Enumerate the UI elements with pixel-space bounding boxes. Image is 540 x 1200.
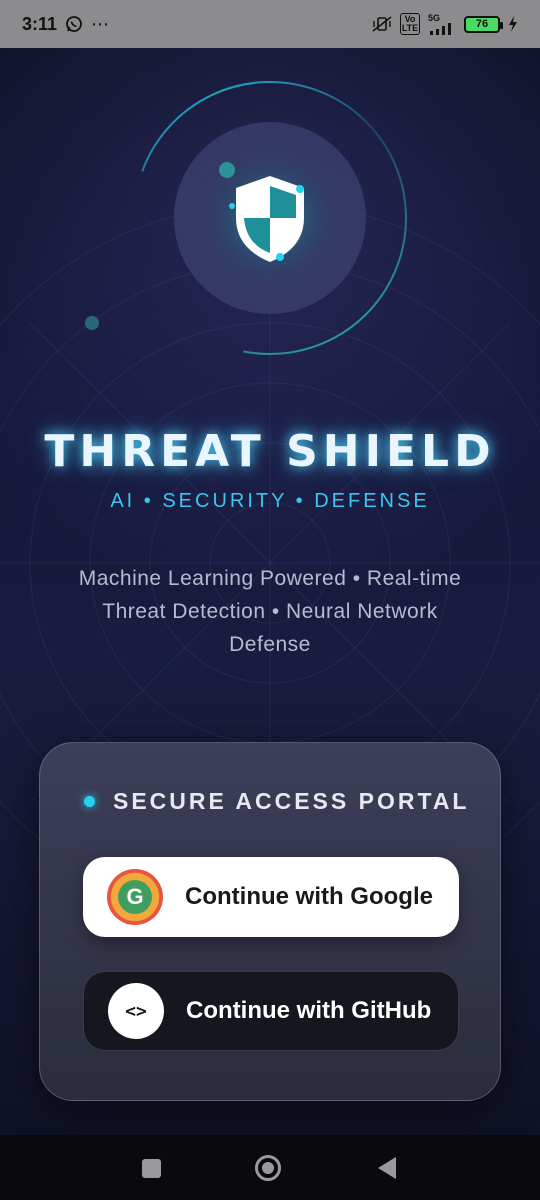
app-description: Machine Learning Powered • Real-time Thr… xyxy=(78,567,462,656)
back-icon xyxy=(378,1157,396,1179)
status-time: 3:11 xyxy=(22,13,58,34)
card-heading-text: SECURE ACCESS PORTAL xyxy=(113,788,470,814)
status-left: 3:11 ⋯ xyxy=(22,14,109,35)
secure-access-card: SECURE ACCESS PORTAL G Continue with Goo… xyxy=(39,742,501,1101)
github-button-label: Continue with GitHub xyxy=(186,997,432,1024)
home-icon xyxy=(255,1155,281,1181)
app-tagline: AI • SECURITY • DEFENSE xyxy=(110,490,430,512)
recents-button[interactable] xyxy=(136,1153,166,1183)
battery-indicator: 76 xyxy=(464,15,503,33)
system-nav-bar xyxy=(0,1135,540,1200)
whatsapp-icon xyxy=(65,15,83,33)
signal-icon: 5G xyxy=(428,12,456,35)
card-heading: SECURE ACCESS PORTAL xyxy=(84,788,469,815)
google-letter: G xyxy=(118,880,152,914)
home-button[interactable] xyxy=(253,1153,283,1183)
volte-indicator: Vo LTE xyxy=(400,13,420,35)
back-button[interactable] xyxy=(372,1153,402,1183)
main-screen: THREAT SHIELD AI • SECURITY • DEFENSE Ma… xyxy=(0,48,540,1135)
battery-level: 76 xyxy=(475,18,489,30)
app-title: THREAT SHIELD xyxy=(44,426,496,477)
shield-emblem xyxy=(85,81,407,355)
continue-with-google-button[interactable]: G Continue with Google xyxy=(83,857,459,937)
more-notifications-icon: ⋯ xyxy=(91,13,110,34)
status-bar: 3:11 ⋯ Vo LTE 5G 76 xyxy=(0,0,540,48)
google-button-label: Continue with Google xyxy=(185,883,433,910)
google-icon: G xyxy=(107,869,163,925)
charging-icon xyxy=(508,16,518,32)
recents-icon xyxy=(141,1158,161,1178)
code-icon: <> xyxy=(108,983,164,1039)
status-dot-icon xyxy=(84,796,95,807)
vibrate-off-icon xyxy=(372,15,392,33)
status-right: Vo LTE 5G 76 xyxy=(372,13,518,35)
continue-with-github-button[interactable]: <> Continue with GitHub xyxy=(83,971,459,1051)
network-type: 5G xyxy=(428,12,441,23)
